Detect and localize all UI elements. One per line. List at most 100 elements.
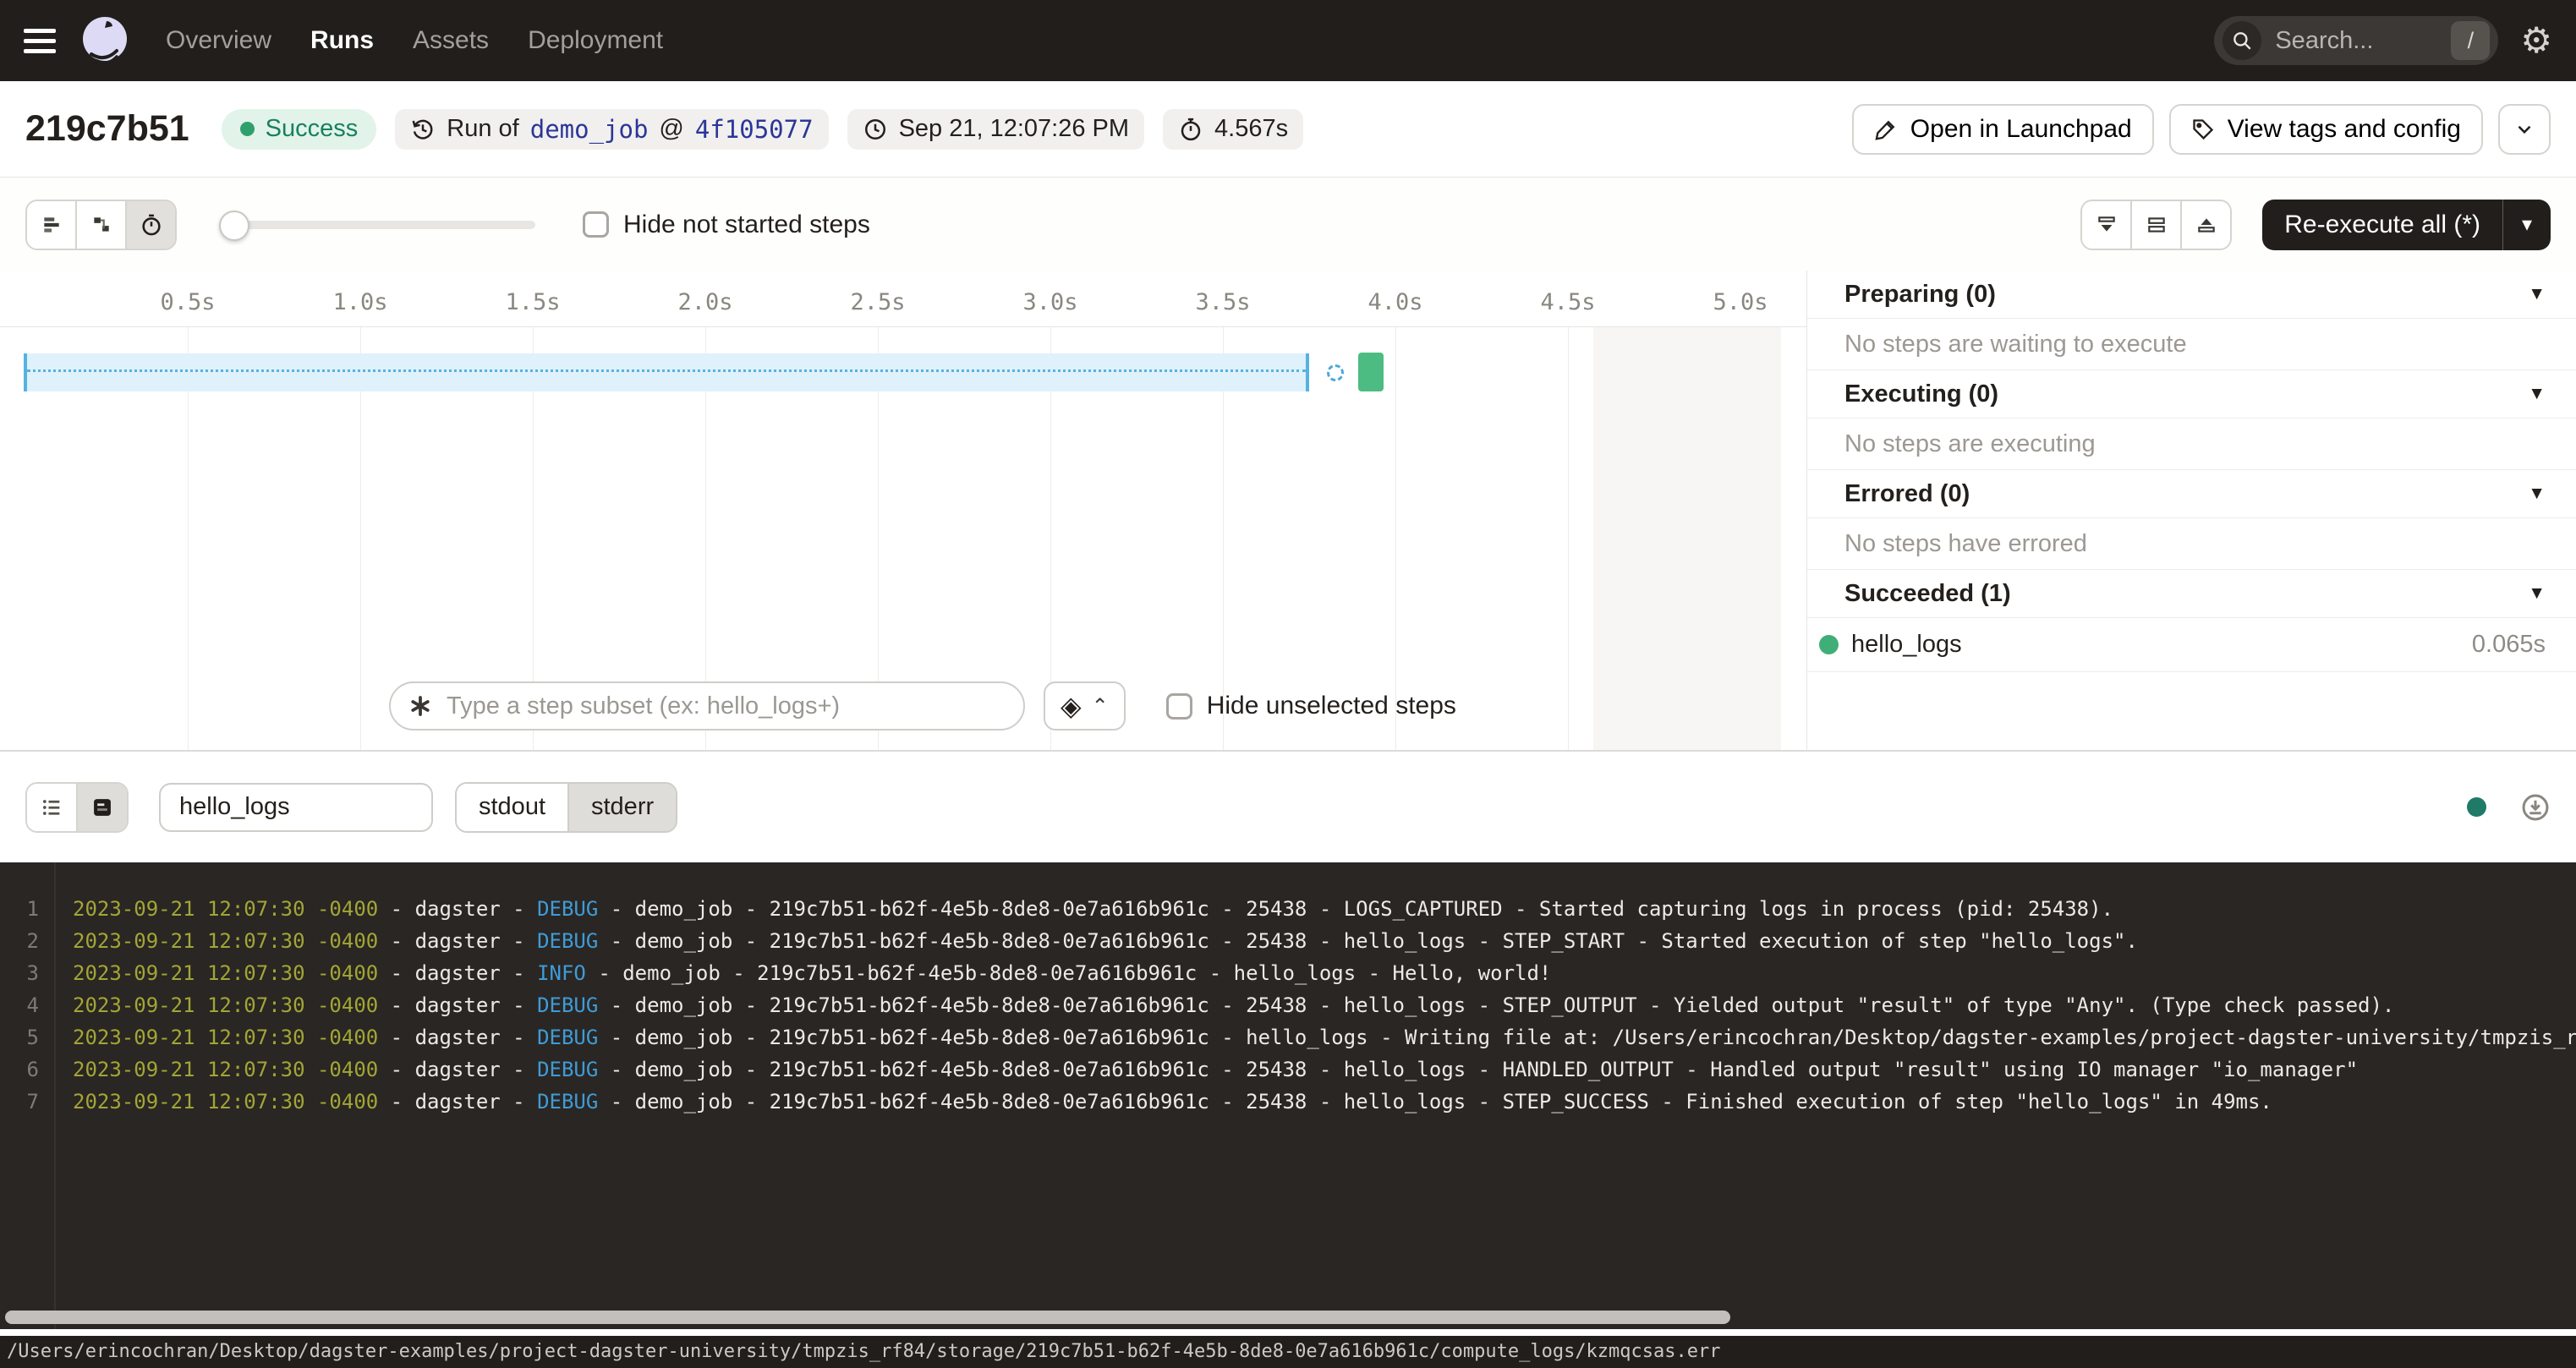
open-in-launchpad-button[interactable]: Open in Launchpad (1852, 104, 2154, 155)
waiting-dotted-line (27, 369, 1306, 372)
nav-item-runs[interactable]: Runs (310, 26, 374, 55)
axis-tick: 1.0s (332, 289, 387, 315)
nav-item-assets[interactable]: Assets (413, 26, 489, 55)
status-dot-icon (240, 122, 255, 136)
pane-gantt-only-button[interactable] (2082, 201, 2130, 249)
search-box[interactable]: / (2214, 16, 2498, 65)
caret-up-icon: ⌃ (1092, 694, 1109, 719)
section-title: Errored (0) (1844, 480, 1970, 508)
at-symbol: @ (659, 115, 683, 143)
gantt-view-toggle-group (25, 200, 177, 250)
section-header-errored[interactable]: Errored (0) ▼ (1807, 470, 2576, 518)
pane-down-icon (2096, 214, 2118, 236)
nav-item-deployment[interactable]: Deployment (528, 26, 663, 55)
nav-item-overview[interactable]: Overview (166, 26, 271, 55)
pane-up-icon (2195, 214, 2217, 236)
step-waiting-bar (24, 353, 1309, 391)
graph-query-options-button[interactable]: ◈ ⌃ (1044, 681, 1126, 731)
after-run-end-shade (1593, 326, 1781, 750)
step-bar-hello-logs[interactable] (1358, 353, 1384, 391)
run-duration: 4.567s (1214, 115, 1288, 143)
status-label: Success (266, 115, 359, 143)
gantt-zoom-slider-handle[interactable] (219, 211, 249, 241)
step-subset-row: ◈ ⌃ Hide unselected steps (389, 681, 1456, 731)
op-selector-icon (408, 693, 433, 719)
hide-not-started-checkbox[interactable] (583, 211, 609, 238)
step-start-marker-icon (1327, 364, 1344, 381)
tab-stderr[interactable]: stderr (567, 784, 676, 831)
status-badge: Success (222, 109, 377, 150)
step-name: hello_logs (1851, 631, 1962, 659)
gear-icon[interactable]: ⚙ (2520, 23, 2552, 58)
list-icon (40, 796, 63, 819)
section-title: Succeeded (1) (1844, 580, 2011, 608)
download-log-icon[interactable] (2520, 792, 2551, 823)
horizontal-scrollbar[interactable] (5, 1311, 1730, 1324)
chevron-down-icon (2513, 118, 2535, 140)
log-console[interactable]: 12023-09-21 12:07:30 -0400 - dagster - D… (0, 862, 2576, 1329)
open-in-launchpad-label: Open in Launchpad (1910, 115, 2132, 144)
view-tags-config-button[interactable]: View tags and config (2169, 104, 2483, 155)
run-header: 219c7b51 Success Run of demo_job @ 4f105… (0, 81, 2576, 178)
log-stream-status-icon (2467, 797, 2486, 817)
search-input[interactable] (2273, 26, 2439, 56)
empty-state-preparing: No steps are waiting to execute (1807, 319, 2576, 370)
gantt-zoom-slider[interactable] (221, 221, 535, 229)
gantt-timed-view-button[interactable] (125, 201, 175, 249)
pencil-icon (1874, 118, 1898, 141)
run-of-label: Run of (447, 115, 518, 143)
log-line: 72023-09-21 12:07:30 -0400 - dagster - D… (0, 1086, 2576, 1118)
caret-down-icon: ▼ (2528, 384, 2546, 404)
layers-icon: ◈ (1061, 690, 1082, 722)
step-subset-inputbox[interactable] (389, 681, 1025, 731)
step-row-hello-logs[interactable]: hello_logs 0.065s (1807, 618, 2576, 672)
axis-tick: 2.0s (677, 289, 732, 315)
success-dot-icon (1819, 635, 1839, 654)
tab-stdout[interactable]: stdout (457, 784, 567, 831)
axis-tick: 2.5s (850, 289, 905, 315)
search-shortcut-key: / (2451, 21, 2490, 60)
console-icon (90, 796, 114, 819)
section-header-executing[interactable]: Executing (0) ▼ (1807, 370, 2576, 419)
log-step-filter-input[interactable] (159, 783, 433, 832)
section-title: Executing (0) (1844, 380, 1998, 408)
section-header-succeeded[interactable]: Succeeded (1) ▼ (1807, 570, 2576, 618)
structured-log-view-button[interactable] (27, 784, 76, 831)
run-of-chip: Run of demo_job @ 4f105077 (395, 109, 828, 150)
caret-down-icon: ▼ (2528, 284, 2546, 304)
pane-layout-toggle-group (2080, 200, 2232, 250)
reexecute-caret-icon[interactable]: ▾ (2502, 200, 2551, 250)
axis-tick: 4.0s (1367, 289, 1422, 315)
empty-state-executing: No steps are executing (1807, 419, 2576, 470)
axis-tick: 0.5s (160, 289, 215, 315)
log-line: 32023-09-21 12:07:30 -0400 - dagster - I… (0, 957, 2576, 989)
gantt-waterfall-view-button[interactable] (75, 201, 125, 249)
run-id-title: 219c7b51 (25, 108, 189, 150)
gantt-time-axis: 0.5s 1.0s 1.5s 2.0s 2.5s 3.0s 3.5s 4.0s … (0, 271, 1806, 327)
reexecute-all-button[interactable]: Re-execute all (*) ▾ (2262, 200, 2551, 250)
commit-link[interactable]: 4f105077 (695, 115, 814, 144)
job-link[interactable]: demo_job (530, 115, 649, 144)
run-time: Sep 21, 12:07:26 PM (899, 115, 1129, 143)
search-icon (2222, 21, 2261, 60)
raw-log-view-button[interactable] (76, 784, 127, 831)
pane-logs-only-button[interactable] (2180, 201, 2230, 249)
step-status-panel: Preparing (0) ▼ No steps are waiting to … (1806, 271, 2576, 751)
pane-split-button[interactable] (2130, 201, 2180, 249)
more-actions-button[interactable] (2498, 104, 2551, 155)
hide-unselected-checkbox[interactable] (1166, 693, 1192, 720)
section-header-preparing[interactable]: Preparing (0) ▼ (1807, 271, 2576, 319)
step-subset-input[interactable] (445, 692, 1006, 721)
gantt-flat-view-button[interactable] (27, 201, 75, 249)
axis-tick: 3.0s (1022, 289, 1077, 315)
split-panes-icon (2146, 214, 2168, 236)
top-nav: Overview Runs Assets Deployment / ⚙ (0, 0, 2576, 81)
tag-icon (2191, 118, 2215, 141)
dagster-logo-icon[interactable] (78, 14, 132, 68)
caret-down-icon: ▼ (2528, 484, 2546, 504)
waterfall-icon (90, 214, 112, 236)
axis-tick: 3.5s (1195, 289, 1250, 315)
timestamp-chip: Sep 21, 12:07:26 PM (847, 109, 1144, 150)
hamburger-menu-icon[interactable] (24, 29, 56, 53)
log-view-toggle-group (25, 782, 129, 833)
